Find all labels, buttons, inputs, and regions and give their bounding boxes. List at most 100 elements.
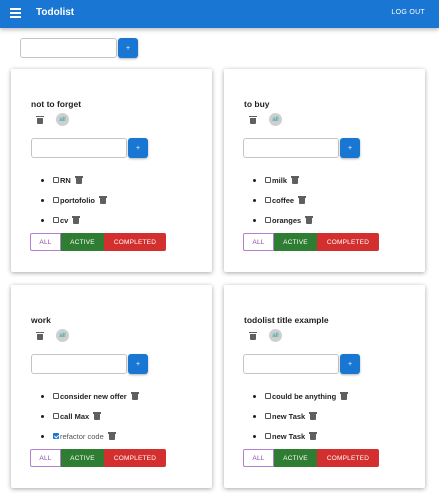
new-list-input[interactable] <box>20 38 117 58</box>
delete-task-icon[interactable] <box>305 216 314 224</box>
task-item: new Task <box>253 406 347 426</box>
delete-list-icon[interactable] <box>36 331 44 340</box>
bullet <box>253 414 256 418</box>
task-label: refactor code <box>60 431 104 441</box>
filter-all-button[interactable]: ALL <box>30 449 61 467</box>
task-item: RN <box>41 170 106 190</box>
bullet <box>253 434 256 438</box>
task-label: could be anything <box>272 391 337 401</box>
task-item: could be anything <box>253 386 349 406</box>
task-list: could be anything new Task new Task <box>253 386 349 446</box>
task-item: portofolio <box>41 190 107 210</box>
todolist-card: todolist title example all + could be an… <box>224 285 425 488</box>
task-list: consider new offer call Max refactor cod… <box>41 386 139 446</box>
all-badge[interactable]: all <box>56 329 69 342</box>
filter-active-button[interactable]: ACTIVE <box>274 233 317 251</box>
todolist-card: not to forget all + RN portofolio cv ALL… <box>11 69 212 272</box>
task-label: consider new offer <box>60 391 127 401</box>
filter-active-button[interactable]: ACTIVE <box>61 449 104 467</box>
task-checkbox[interactable] <box>265 393 271 399</box>
task-checkbox[interactable] <box>265 197 271 203</box>
delete-list-icon[interactable] <box>36 115 44 124</box>
add-task-input[interactable] <box>31 354 127 374</box>
task-label: oranges <box>272 215 302 225</box>
task-item: coffee <box>253 190 312 210</box>
delete-task-icon[interactable] <box>74 176 83 184</box>
delete-list-icon[interactable] <box>249 115 257 124</box>
task-list: RN portofolio cv <box>41 170 107 230</box>
add-task-input[interactable] <box>243 354 339 374</box>
task-item: oranges <box>253 210 314 230</box>
task-checkbox[interactable] <box>53 177 59 183</box>
task-checkbox[interactable] <box>53 413 59 419</box>
filter-completed-button[interactable]: COMPLETED <box>104 233 166 251</box>
task-checkbox[interactable] <box>265 217 271 223</box>
filter-active-button[interactable]: ACTIVE <box>274 449 317 467</box>
task-label: call Max <box>60 411 90 421</box>
task-label: new Task <box>272 431 306 441</box>
add-task-input[interactable] <box>31 138 127 158</box>
delete-task-icon[interactable] <box>93 412 102 420</box>
task-checkbox[interactable] <box>53 393 59 399</box>
all-badge[interactable]: all <box>269 113 282 126</box>
delete-task-icon[interactable] <box>309 432 318 440</box>
filter-completed-button[interactable]: COMPLETED <box>317 233 379 251</box>
add-task-form: + <box>243 354 360 374</box>
task-checkbox[interactable] <box>265 177 271 183</box>
filter-all-button[interactable]: ALL <box>30 233 61 251</box>
filter-group: ALL ACTIVE COMPLETED <box>30 233 166 251</box>
bullet <box>253 178 256 182</box>
filter-active-button[interactable]: ACTIVE <box>61 233 104 251</box>
delete-task-icon[interactable] <box>99 196 107 204</box>
task-label: cv <box>60 215 69 225</box>
bullet <box>41 218 44 222</box>
task-checkbox[interactable] <box>265 413 271 419</box>
delete-task-icon[interactable] <box>130 392 139 400</box>
task-checkbox[interactable] <box>53 217 59 223</box>
bullet <box>41 414 44 418</box>
task-item: consider new offer <box>41 386 139 406</box>
delete-task-icon[interactable] <box>340 392 349 400</box>
bullet <box>41 434 44 438</box>
logout-button[interactable]: LOG OUT <box>391 9 425 16</box>
task-label: coffee <box>272 195 295 205</box>
filter-completed-button[interactable]: COMPLETED <box>317 449 379 467</box>
bullet <box>41 198 44 202</box>
bullet <box>253 198 256 202</box>
add-task-form: + <box>31 138 148 158</box>
add-list-button[interactable]: + <box>118 38 138 58</box>
todolist-title: work <box>31 315 51 325</box>
filter-all-button[interactable]: ALL <box>243 233 274 251</box>
todolist-card: to buy all + milk coffee oranges ALL ACT… <box>224 69 425 272</box>
add-task-button[interactable]: + <box>340 354 360 374</box>
add-task-button[interactable]: + <box>128 354 148 374</box>
task-item: cv <box>41 210 106 230</box>
add-task-button[interactable]: + <box>340 138 360 158</box>
task-label: milk <box>272 175 288 185</box>
filter-group: ALL ACTIVE COMPLETED <box>243 449 379 467</box>
task-item: call Max <box>41 406 138 426</box>
menu-icon[interactable] <box>10 8 21 18</box>
delete-list-icon[interactable] <box>249 331 257 340</box>
task-checkbox-checked[interactable] <box>53 433 59 439</box>
filter-all-button[interactable]: ALL <box>243 449 274 467</box>
task-checkbox[interactable] <box>53 197 59 203</box>
filter-group: ALL ACTIVE COMPLETED <box>243 233 379 251</box>
task-list: milk coffee oranges <box>253 170 314 230</box>
todolist-title: not to forget <box>31 99 82 109</box>
add-task-input[interactable] <box>243 138 339 158</box>
delete-task-icon[interactable] <box>72 216 81 224</box>
todolist-title: todolist title example <box>244 315 329 325</box>
task-checkbox[interactable] <box>265 433 271 439</box>
all-badge[interactable]: all <box>269 329 282 342</box>
bullet <box>253 218 256 222</box>
all-badge[interactable]: all <box>56 113 69 126</box>
delete-task-icon[interactable] <box>107 432 116 440</box>
filter-completed-button[interactable]: COMPLETED <box>104 449 166 467</box>
delete-task-icon[interactable] <box>309 412 318 420</box>
add-task-button[interactable]: + <box>128 138 148 158</box>
app-title: Todolist <box>36 7 75 18</box>
delete-task-icon[interactable] <box>298 196 307 204</box>
add-task-form: + <box>31 354 148 374</box>
delete-task-icon[interactable] <box>291 176 300 184</box>
